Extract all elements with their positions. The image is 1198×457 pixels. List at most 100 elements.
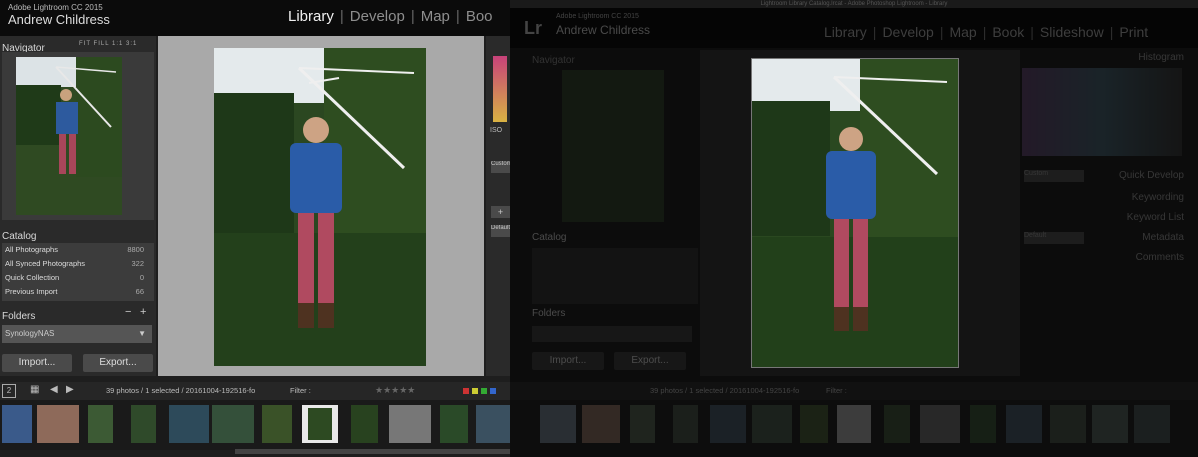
color-label-yellow[interactable] xyxy=(472,388,478,394)
histogram-header[interactable]: Histogram xyxy=(1138,52,1184,63)
catalog-row-synced[interactable]: All Synced Photographs 322 xyxy=(2,257,154,271)
user-name-dimmed: Andrew Childress xyxy=(556,23,651,37)
volume-disclosure-icon[interactable]: ▼ xyxy=(138,325,146,343)
folders-header[interactable]: Folders − + xyxy=(2,306,154,322)
filmstrip-thumbnail-selected[interactable] xyxy=(837,405,871,443)
module-book[interactable]: Book xyxy=(992,24,1024,40)
folder-volume-label: SynologyNAS xyxy=(5,329,55,338)
filmstrip-thumbnail[interactable] xyxy=(884,405,910,443)
catalog-header[interactable]: Catalog xyxy=(2,226,154,242)
main-photo[interactable] xyxy=(214,48,426,366)
export-button[interactable]: Export... xyxy=(83,354,153,372)
rating-filter-stars[interactable]: ★★★★★ xyxy=(375,385,415,396)
folder-volume-row[interactable] xyxy=(532,326,692,342)
custom-select-partial[interactable]: Custom xyxy=(491,161,510,173)
default-select[interactable]: Default xyxy=(1024,232,1084,244)
default-select-partial[interactable]: Default xyxy=(491,225,510,237)
navigator-header[interactable]: Navigator xyxy=(532,50,698,66)
filmstrip-thumbnail[interactable] xyxy=(1050,405,1086,443)
filmstrip-thumbnail[interactable] xyxy=(800,405,828,443)
quick-develop-header[interactable]: Quick Develop xyxy=(1119,170,1184,181)
filter-label: Filter : xyxy=(290,386,311,395)
folder-volume-row[interactable]: SynologyNAS ▼ xyxy=(2,325,152,343)
lightroom-window-dimmed: Lightroom Library Catalog.lrcat - Adobe … xyxy=(510,0,1198,457)
filmstrip-thumbnail[interactable] xyxy=(389,405,431,443)
catalog-row-quick-collection[interactable]: Quick Collection 0 xyxy=(2,271,154,285)
filmstrip-toolbar: 2 ▦ ◀ ▶ 39 photos / 1 selected / 2016100… xyxy=(0,382,510,400)
main-photo[interactable] xyxy=(751,58,959,368)
module-book[interactable]: Boo xyxy=(466,8,493,25)
filmstrip-thumbnail[interactable] xyxy=(970,405,996,443)
module-print[interactable]: Print xyxy=(1119,24,1148,40)
filmstrip-thumbnail[interactable] xyxy=(169,405,209,443)
user-name: Andrew Childress xyxy=(8,12,110,27)
custom-select[interactable]: Custom xyxy=(1024,170,1084,182)
top-bar-dimmed: Lr Adobe Lightroom CC 2015 Andrew Childr… xyxy=(510,8,1198,48)
add-folder-button[interactable]: + xyxy=(140,306,146,318)
filmstrip-thumbnail[interactable] xyxy=(88,405,113,443)
secondary-window-button[interactable]: 2 xyxy=(2,384,16,398)
catalog-row-count: 8800 xyxy=(127,245,144,254)
main-canvas-dimmed[interactable] xyxy=(700,50,1020,376)
right-panel-dimmed: Histogram Custom Quick Develop Keywordin… xyxy=(1020,50,1188,370)
next-arrow-icon[interactable]: ▶ xyxy=(66,384,74,395)
module-map[interactable]: Map xyxy=(949,24,976,40)
catalog-row-label: Quick Collection xyxy=(5,273,60,282)
filmstrip-thumbnail[interactable] xyxy=(582,405,620,443)
module-library[interactable]: Library xyxy=(824,24,867,40)
filmstrip-thumbnail[interactable] xyxy=(131,405,156,443)
filmstrip-thumbnail[interactable] xyxy=(920,405,960,443)
filmstrip-thumbnail[interactable] xyxy=(37,405,79,443)
filmstrip-thumbnail[interactable] xyxy=(1134,405,1170,443)
filmstrip-thumbnail[interactable] xyxy=(752,405,792,443)
filmstrip-thumbnail[interactable] xyxy=(2,405,32,443)
top-bar: Adobe Lightroom CC 2015 Andrew Childress… xyxy=(0,0,510,36)
add-keyword-button[interactable]: + xyxy=(491,206,510,218)
catalog-row-all-photos[interactable]: All Photographs 8800 xyxy=(2,243,154,257)
navigator-preview-area[interactable] xyxy=(2,52,154,220)
module-map[interactable]: Map xyxy=(421,8,450,25)
filmstrip-thumbnail[interactable] xyxy=(262,405,292,443)
filmstrip-thumbnail[interactable] xyxy=(351,405,378,443)
keyword-list-header[interactable]: Keyword List xyxy=(1127,212,1184,223)
filmstrip-thumbnail-selected[interactable] xyxy=(302,405,338,443)
navigator-preview-image[interactable] xyxy=(562,70,664,222)
catalog-list xyxy=(532,248,698,304)
navigator-zoom-options[interactable]: FIT FILL 1:1 3:1 xyxy=(79,41,137,47)
catalog-row-count: 66 xyxy=(135,287,144,296)
filmstrip-thumbnail[interactable] xyxy=(212,405,254,443)
comments-header[interactable]: Comments xyxy=(1136,252,1184,263)
navigator-header[interactable]: Navigator FIT FILL 1:1 3:1 xyxy=(2,38,154,54)
module-slideshow[interactable]: Slideshow xyxy=(1040,24,1104,40)
prev-arrow-icon[interactable]: ◀ xyxy=(50,384,58,395)
main-canvas[interactable] xyxy=(158,36,484,376)
filmstrip-toolbar-dimmed: 39 photos / 1 selected / 20161004-192516… xyxy=(510,382,1198,400)
filmstrip-thumbnail[interactable] xyxy=(540,405,576,443)
grid-view-icon[interactable]: ▦ xyxy=(30,384,39,395)
catalog-row-previous-import[interactable]: Previous Import 66 xyxy=(2,285,154,299)
filmstrip-thumbnail[interactable] xyxy=(1006,405,1042,443)
catalog-title: Catalog xyxy=(2,231,37,242)
import-button[interactable]: Import... xyxy=(532,352,604,370)
export-button[interactable]: Export... xyxy=(614,352,686,370)
color-label-red[interactable] xyxy=(463,388,469,394)
filmstrip-thumbnail[interactable] xyxy=(440,405,468,443)
lightroom-window-normal: Adobe Lightroom CC 2015 Andrew Childress… xyxy=(0,0,510,457)
filmstrip-thumbnail[interactable] xyxy=(710,405,746,443)
metadata-header[interactable]: Metadata xyxy=(1142,232,1184,243)
catalog-row-count: 322 xyxy=(131,259,144,268)
filmstrip-thumbnail[interactable] xyxy=(673,405,698,443)
module-develop[interactable]: Develop xyxy=(882,24,933,40)
module-develop[interactable]: Develop xyxy=(350,8,405,25)
color-label-green[interactable] xyxy=(481,388,487,394)
filmstrip-thumbnail[interactable] xyxy=(1092,405,1128,443)
keywording-header[interactable]: Keywording xyxy=(1132,192,1184,203)
import-button[interactable]: Import... xyxy=(2,354,72,372)
color-label-blue[interactable] xyxy=(490,388,496,394)
filmstrip-thumbnail[interactable] xyxy=(630,405,655,443)
remove-folder-button[interactable]: − xyxy=(125,306,131,318)
filmstrip-thumbnail[interactable] xyxy=(476,405,510,443)
module-library[interactable]: Library xyxy=(288,8,334,25)
navigator-title: Navigator xyxy=(532,55,575,66)
filmstrip-scrollbar[interactable] xyxy=(235,449,510,454)
